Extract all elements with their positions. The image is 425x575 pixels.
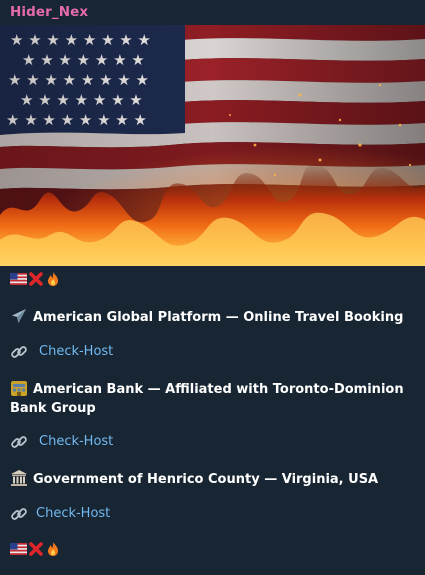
us-flag-icon [10,273,27,285]
link-icon [11,508,27,520]
fire-icon [48,272,58,286]
entry-title-text: American Bank — Affiliated with Toronto-… [10,382,404,416]
burning-flag-image: ★ ★ ★ ★ ★ ★ ★ ★ ★ ★ ★ ★ ★ ★ ★ ★ ★ ★ ★ ★ … [0,25,425,266]
check-host-link[interactable]: Check-Host [36,505,110,523]
message-photo[interactable]: ★ ★ ★ ★ ★ ★ ★ ★ ★ ★ ★ ★ ★ ★ ★ ★ ★ ★ ★ ★ … [0,25,425,266]
entry-title-text: Government of Henrico County — Virginia,… [33,472,379,487]
entry-title: American Global Platform — Online Travel… [10,307,403,327]
sender-name[interactable]: Hider_Nex [10,4,88,20]
classical-building-icon [11,470,27,486]
entry-title: Government of Henrico County — Virginia,… [10,469,378,489]
entry-link-row: Check-Host [10,505,110,523]
fire-icon [48,542,58,556]
entry-title-text: American Global Platform — Online Travel… [33,310,404,325]
check-host-link[interactable]: Check-Host [39,433,113,451]
cross-mark-icon [29,272,43,286]
link-icon [11,346,27,358]
bank-icon [11,381,27,396]
channel-message: Hider_Nex American Global Platform — Onl… [0,0,425,575]
entry-title: American Bank — Affiliated with Toronto-… [10,379,410,418]
entry-link-row: Check-Host [10,433,113,451]
header-emoji-row [10,271,61,287]
airplane-icon [12,309,26,323]
entry-link-row: Check-Host [10,343,113,361]
cross-mark-icon [29,542,43,556]
us-flag-icon [10,543,27,555]
footer-emoji-row [10,541,61,557]
check-host-link[interactable]: Check-Host [39,343,113,361]
link-icon [11,436,27,448]
